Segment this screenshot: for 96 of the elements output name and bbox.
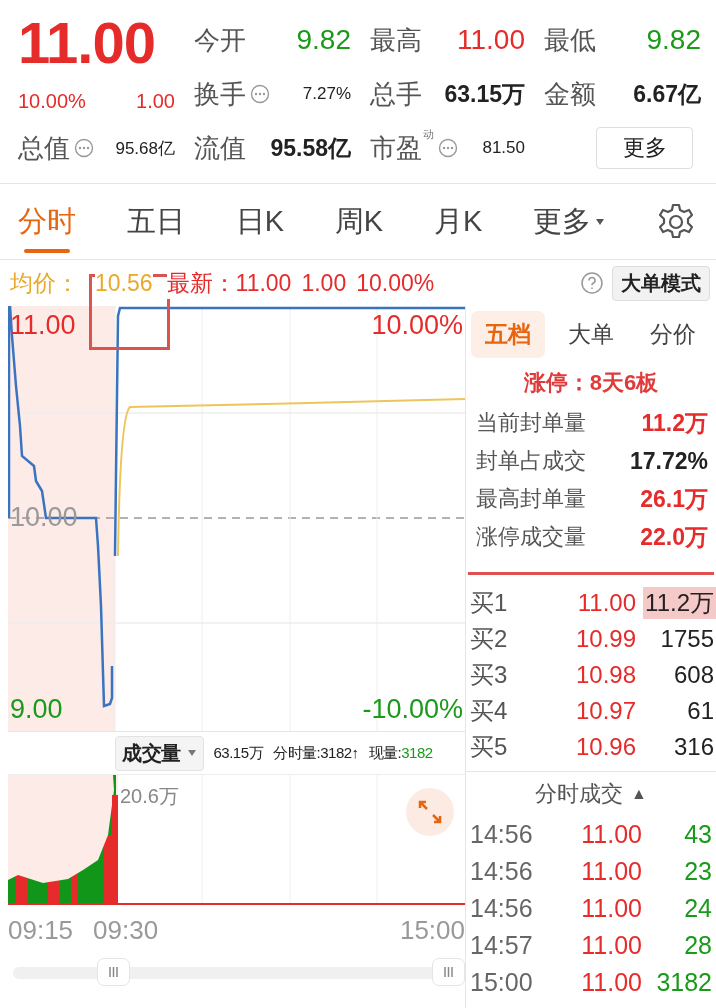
more-button[interactable]: 更多 xyxy=(596,127,693,169)
stat-label: 金额 xyxy=(544,77,596,111)
trade-price: 11.00 xyxy=(580,857,642,886)
stat-value: 17.72% xyxy=(630,447,708,475)
stat-label: 换手 xyxy=(194,77,246,111)
help-icon[interactable] xyxy=(580,271,604,295)
bid-price: 10.97 xyxy=(574,697,636,725)
stat-label: 总值 xyxy=(18,131,70,165)
bid-level: 买4 xyxy=(470,696,509,726)
period-tab[interactable]: 周K xyxy=(334,184,384,259)
stock-price: 11.00 xyxy=(18,13,156,73)
bid-price: 10.96 xyxy=(574,733,636,761)
caret-icon xyxy=(186,749,197,757)
bid-volume: 1755 xyxy=(659,625,715,653)
change-percent: 10.00% xyxy=(18,90,86,113)
range-handle[interactable] xyxy=(432,958,465,986)
trade-time: 14:57 xyxy=(470,931,534,960)
limit-up-info: 涨停：8天6板 xyxy=(522,369,660,397)
period-tab[interactable]: 月K xyxy=(434,184,483,259)
trade-volume: 43 xyxy=(684,820,712,849)
latest-percent: 10.00% xyxy=(356,269,435,297)
stat-label: 今开 xyxy=(194,23,246,57)
stat-value: 9.82 xyxy=(296,24,351,56)
stat-value: 11.2万 xyxy=(641,408,708,438)
axis-price-label: 9.00 xyxy=(10,694,63,725)
period-tab[interactable]: 更多 xyxy=(533,184,606,259)
period-tab[interactable]: 五日 xyxy=(126,184,185,259)
bid-volume: 608 xyxy=(672,661,715,689)
bid-volume: 11.2万 xyxy=(643,587,716,619)
bid-price: 10.99 xyxy=(574,625,636,653)
stat-value: 95.68亿 xyxy=(115,137,175,160)
stat-value: 81.50 xyxy=(482,138,525,158)
trade-volume: 23 xyxy=(684,857,712,886)
trade-time: 15:00 xyxy=(470,968,534,997)
panel-tab[interactable]: 大单 xyxy=(553,310,628,358)
trades-title[interactable]: 分时成交 xyxy=(535,779,624,809)
info-icon[interactable] xyxy=(438,138,458,158)
trade-price: 11.00 xyxy=(580,968,642,997)
current-volume: 3182 xyxy=(401,743,433,763)
trade-price: 11.00 xyxy=(580,820,642,849)
big-order-mode-button[interactable]: 大单模式 xyxy=(612,265,710,301)
average-price-label: 均价： xyxy=(10,268,79,298)
stat-value: 9.82 xyxy=(646,24,701,56)
stat-value: 7.27% xyxy=(302,84,351,104)
axis-price-label: 11.00 xyxy=(10,310,76,341)
stat-label: 封单占成交 xyxy=(476,447,586,475)
stat-label: 涨停成交量 xyxy=(476,523,586,551)
panel-tab[interactable]: 分价 xyxy=(636,310,710,358)
expand-icon[interactable] xyxy=(405,787,455,837)
axis-percent-label: 10.00% xyxy=(371,310,463,341)
trade-volume: 28 xyxy=(684,931,712,960)
trade-time: 14:56 xyxy=(470,894,534,923)
stat-value: 6.67亿 xyxy=(633,79,701,109)
bid-price: 11.00 xyxy=(576,589,636,617)
trade-time: 14:56 xyxy=(470,820,534,849)
trade-volume: 24 xyxy=(684,894,712,923)
minute-volume: 分时量:3182↑ xyxy=(273,743,359,763)
period-tab[interactable]: 日K xyxy=(235,184,284,259)
stat-label: 当前封单量 xyxy=(476,409,586,437)
total-volume: 63.15万 xyxy=(213,743,264,763)
trade-price: 11.00 xyxy=(580,894,642,923)
info-icon[interactable] xyxy=(74,138,94,158)
bid-volume: 316 xyxy=(672,733,715,761)
indicator-dropdown[interactable]: 成交量 xyxy=(115,735,204,771)
caret-icon xyxy=(595,217,606,226)
bid-level: 买3 xyxy=(470,660,509,690)
bid-level: 买2 xyxy=(470,624,509,654)
change-amount: 1.00 xyxy=(136,90,175,113)
stat-value: 26.1万 xyxy=(640,484,708,514)
bid-volume: 61 xyxy=(686,697,715,725)
axis-percent-label: -10.00% xyxy=(362,694,463,725)
info-icon[interactable] xyxy=(250,84,270,104)
time-label: 15:00 xyxy=(399,915,465,946)
trade-volume: 3182 xyxy=(656,968,712,997)
stat-label: 最高 xyxy=(370,23,422,57)
stat-label: 最高封单量 xyxy=(476,485,586,513)
bid-level: 买5 xyxy=(470,732,509,762)
trade-time: 14:56 xyxy=(470,857,534,886)
range-handle[interactable] xyxy=(97,958,130,986)
volume-peak-label: 20.6万 xyxy=(120,784,179,809)
bid-level: 买1 xyxy=(470,588,509,618)
time-label: 09:15 xyxy=(8,915,74,946)
sort-mark[interactable]: ▲ xyxy=(631,785,647,803)
stat-value: 11.00 xyxy=(457,24,525,56)
stat-value: 63.15万 xyxy=(444,79,525,109)
bid-price: 10.98 xyxy=(574,661,636,689)
trade-price: 11.00 xyxy=(580,931,642,960)
latest-change: 1.00 xyxy=(301,269,347,297)
stat-value: 95.58亿 xyxy=(270,133,351,163)
stat-value: 22.0万 xyxy=(640,522,708,552)
current-volume-label: 现量: xyxy=(368,743,402,763)
latest-price: 11.00 xyxy=(235,269,292,297)
stat-label: 最低 xyxy=(544,23,596,57)
time-label: 09:30 xyxy=(93,915,159,946)
stat-label: 总手 xyxy=(370,77,422,111)
stat-label: 流值 xyxy=(194,131,246,165)
